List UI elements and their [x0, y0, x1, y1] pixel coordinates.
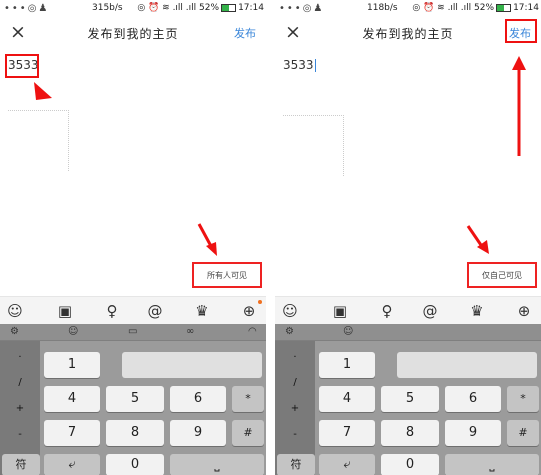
panel-divider — [266, 0, 275, 475]
link-icon[interactable]: ∞ — [186, 326, 194, 337]
key-4[interactable]: 4 — [319, 386, 375, 412]
compose-toolbar: ☺ ▣ ♀ @ ♛ ⊕ — [0, 296, 266, 325]
minus-key[interactable]: - — [279, 429, 311, 440]
at-icon[interactable]: @ — [421, 302, 439, 320]
clock: 17:14 — [513, 3, 539, 13]
status-icons-left: •••◎♟ — [279, 3, 325, 14]
post-editor-text[interactable]: 3533 — [283, 58, 316, 72]
key-7[interactable]: 7 — [319, 420, 375, 446]
key-8[interactable]: 8 — [381, 420, 439, 446]
status-bar: •••◎♟ 315b/s ◎ ⏰ ≋ .ıll .ıll 52% 17:14 — [0, 0, 266, 18]
visibility-selector[interactable]: 所有人可见 — [192, 262, 262, 288]
space-key[interactable]: ⎵ — [445, 454, 539, 475]
emoji-icon[interactable]: ☺ — [343, 326, 353, 337]
battery-percent: 52% — [474, 3, 495, 13]
mic-icon[interactable]: ♀ — [378, 302, 396, 320]
pointer-arrow — [512, 56, 526, 156]
status-right: ◎ ⏰ ≋ .ıll .ıll 52% 17:14 — [412, 3, 539, 13]
enter-icon[interactable]: ⤶ — [44, 454, 100, 475]
key-5[interactable]: 5 — [381, 386, 439, 412]
emoji-icon[interactable]: ☺ — [6, 302, 24, 320]
key-0[interactable]: 0 — [381, 454, 439, 475]
at-icon[interactable]: @ — [146, 302, 164, 320]
settings-icon[interactable]: ⚙ — [10, 326, 19, 337]
key-1[interactable]: 1 — [319, 352, 375, 378]
mic-icon[interactable]: ♀ — [103, 302, 121, 320]
space-key[interactable]: ⎵ — [170, 454, 264, 475]
visibility-selector[interactable]: 仅自己可见 — [467, 262, 537, 288]
header: × 发布到我的主页 发布 — [275, 18, 541, 48]
clock: 17:14 — [238, 3, 264, 13]
battery-percent: 52% — [199, 3, 220, 13]
key-7[interactable]: 7 — [44, 420, 100, 446]
page-title: 发布到我的主页 — [87, 27, 179, 41]
image-placeholder — [283, 115, 344, 176]
numeric-keyboard: ⚙ ☺ ▭ ∞ ◠ . / + - 1 4 5 6 * 7 8 9 # 符 ⤶ … — [0, 324, 266, 475]
symbol-switch-key[interactable]: 符 — [2, 454, 40, 475]
editor-value: 3533 — [283, 58, 314, 72]
collapse-icon[interactable]: ◠ — [248, 326, 257, 337]
status-icons-left: •••◎♟ — [4, 3, 50, 14]
blurred-keys — [397, 352, 537, 378]
keyboard-top-bar: ⚙ ☺ — [275, 324, 541, 341]
key-4[interactable]: 4 — [44, 386, 100, 412]
key-0[interactable]: 0 — [106, 454, 164, 475]
pointer-arrow — [466, 225, 489, 254]
header: × 发布到我的主页 发布 — [0, 18, 266, 48]
key-9[interactable]: 9 — [445, 420, 501, 446]
plus-key[interactable]: + — [4, 403, 36, 414]
crown-icon[interactable]: ♛ — [193, 302, 211, 320]
screenshot-left: •••◎♟ 315b/s ◎ ⏰ ≋ .ıll .ıll 52% 17:14 × … — [0, 0, 266, 475]
slash-key[interactable]: / — [4, 377, 36, 388]
image-icon[interactable]: ▣ — [56, 302, 74, 320]
image-icon[interactable]: ▣ — [331, 302, 349, 320]
keyboard-top-bar: ⚙ ☺ ▭ ∞ ◠ — [0, 324, 266, 341]
battery-icon — [221, 3, 237, 12]
key-6[interactable]: 6 — [445, 386, 501, 412]
notification-dot — [258, 300, 262, 304]
status-bar: •••◎♟ 118b/s ◎ ⏰ ≋ .ıll .ıll 52% 17:14 — [275, 0, 541, 18]
network-speed: 315b/s — [92, 3, 123, 13]
battery-icon — [496, 3, 512, 12]
emoji-icon[interactable]: ☺ — [68, 326, 78, 337]
pointer-arrow — [34, 82, 52, 100]
dot-key[interactable]: . — [4, 349, 36, 360]
asterisk-key[interactable]: * — [232, 386, 264, 412]
pointer-arrow — [197, 223, 217, 256]
emoji-icon[interactable]: ☺ — [281, 302, 299, 320]
page-title: 发布到我的主页 — [362, 27, 454, 41]
status-icons: ◎ ⏰ ≋ .ıll .ıll — [412, 3, 472, 13]
minus-key[interactable]: - — [4, 429, 36, 440]
slash-key[interactable]: / — [279, 377, 311, 388]
enter-icon[interactable]: ⤶ — [319, 454, 375, 475]
network-speed: 118b/s — [367, 3, 398, 13]
publish-button[interactable]: 发布 — [234, 25, 256, 41]
keyboard-icon[interactable]: ▭ — [128, 326, 137, 337]
key-6[interactable]: 6 — [170, 386, 226, 412]
text-cursor — [314, 59, 316, 72]
hash-key[interactable]: # — [232, 420, 264, 446]
plus-icon[interactable]: ⊕ — [240, 302, 258, 320]
symbol-switch-key[interactable]: 符 — [277, 454, 315, 475]
highlight-box-publish — [505, 19, 537, 43]
image-placeholder — [8, 110, 69, 171]
settings-icon[interactable]: ⚙ — [285, 326, 294, 337]
compose-toolbar: ☺ ▣ ♀ @ ♛ ⊕ — [275, 296, 541, 325]
blurred-keys — [122, 352, 262, 378]
key-5[interactable]: 5 — [106, 386, 164, 412]
plus-icon[interactable]: ⊕ — [515, 302, 533, 320]
dot-key[interactable]: . — [279, 349, 311, 360]
highlight-box-text — [5, 54, 39, 78]
key-8[interactable]: 8 — [106, 420, 164, 446]
status-right: ◎ ⏰ ≋ .ıll .ıll 52% 17:14 — [137, 3, 264, 13]
hash-key[interactable]: # — [507, 420, 539, 446]
key-9[interactable]: 9 — [170, 420, 226, 446]
asterisk-key[interactable]: * — [507, 386, 539, 412]
plus-key[interactable]: + — [279, 403, 311, 414]
key-1[interactable]: 1 — [44, 352, 100, 378]
screenshot-right: •••◎♟ 118b/s ◎ ⏰ ≋ .ıll .ıll 52% 17:14 × … — [275, 0, 541, 475]
crown-icon[interactable]: ♛ — [468, 302, 486, 320]
numeric-keyboard: ⚙ ☺ . / + - 1 4 5 6 * 7 8 9 # 符 ⤶ 0 ⎵ — [275, 324, 541, 475]
status-icons: ◎ ⏰ ≋ .ıll .ıll — [137, 3, 197, 13]
